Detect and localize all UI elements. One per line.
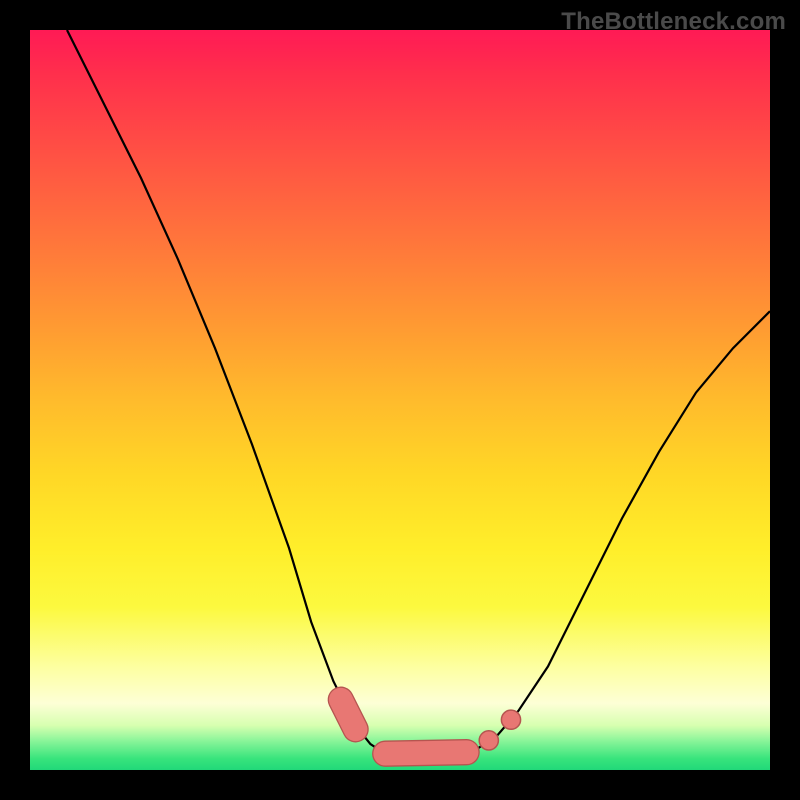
curve-left-branch xyxy=(67,30,415,758)
marker-group xyxy=(341,700,521,754)
chart-svg xyxy=(30,30,770,770)
left-approach-capsule xyxy=(341,700,356,730)
plot-area xyxy=(30,30,770,770)
right-up-dot-1 xyxy=(479,731,498,750)
watermark-text: TheBottleneck.com xyxy=(561,8,786,36)
right-up-dot-2 xyxy=(501,710,520,729)
valley-floor-capsule xyxy=(385,752,466,754)
root-frame: TheBottleneck.com xyxy=(0,0,800,800)
curve-right-branch xyxy=(459,311,770,755)
